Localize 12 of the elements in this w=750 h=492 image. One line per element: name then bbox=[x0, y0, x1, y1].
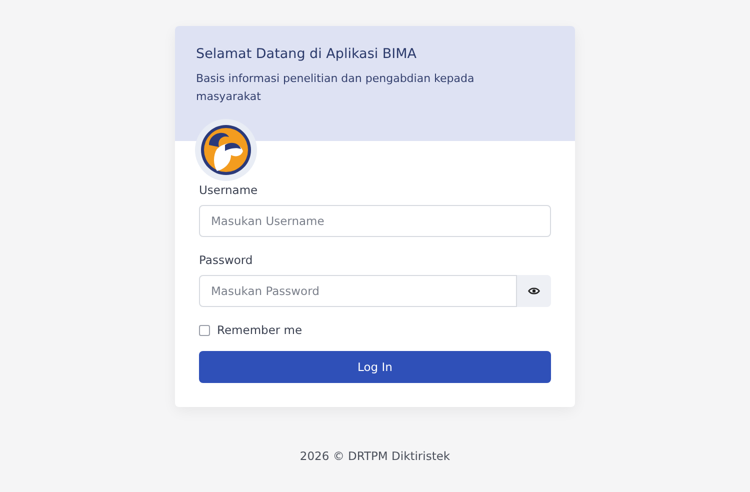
eye-icon bbox=[528, 287, 540, 295]
welcome-subtitle: Basis informasi penelitian dan pengabdian kepada masyarakat bbox=[196, 71, 476, 105]
username-label: Username bbox=[199, 183, 259, 197]
remember-label: Remember me bbox=[217, 323, 302, 337]
password-field[interactable]: Masukan Password bbox=[199, 275, 517, 307]
welcome-title: Selamat Datang di Aplikasi BIMA bbox=[196, 46, 418, 62]
show-password-button[interactable] bbox=[517, 275, 551, 307]
username-field[interactable]: Masukan Username bbox=[199, 205, 551, 237]
remember-checkbox[interactable] bbox=[199, 324, 210, 336]
login-button[interactable]: Log In bbox=[199, 351, 551, 383]
footer-text: 2026 © DRTPM Diktiristek bbox=[300, 449, 450, 463]
password-label: Password bbox=[199, 253, 254, 267]
